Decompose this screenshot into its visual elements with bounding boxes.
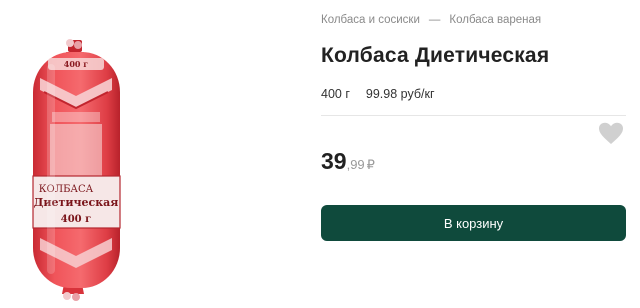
- breadcrumb: Колбаса и сосиски — Колбаса вареная: [321, 14, 541, 26]
- image-weight-top: 400 г: [64, 59, 88, 69]
- price-rub: 39: [321, 148, 347, 174]
- image-weight: 400 г: [61, 214, 91, 225]
- product-image-area: 400 г КОЛБАСА Диетическая 400 г: [0, 0, 300, 308]
- product-image: 400 г КОЛБАСА Диетическая 400 г: [32, 39, 121, 301]
- price-kop: ,99: [346, 157, 365, 172]
- favorite-button[interactable]: [598, 122, 624, 146]
- product-info: Колбаса и сосиски — Колбаса вареная Колбас…: [321, 0, 626, 308]
- breadcrumb-item-boiled-sausage[interactable]: Колбаса вареная: [449, 14, 541, 26]
- heart-icon: [599, 122, 623, 144]
- product-unit-price: 99.98 руб/кг: [365, 87, 435, 101]
- product-title: Колбаса Диетическая: [321, 44, 550, 67]
- currency-symbol: ₽: [366, 157, 375, 172]
- divider: [321, 115, 626, 116]
- product-weight: 400 г: [321, 87, 350, 101]
- breadcrumb-item-sausages[interactable]: Колбаса и сосиски: [321, 14, 420, 26]
- product-meta: 400 г 99.98 руб/кг: [321, 87, 435, 101]
- image-name: Диетическая: [34, 196, 119, 209]
- add-to-cart-button[interactable]: В корзину: [321, 205, 626, 241]
- product-price: 39,99 ₽: [321, 148, 375, 175]
- breadcrumb-separator: —: [428, 14, 441, 26]
